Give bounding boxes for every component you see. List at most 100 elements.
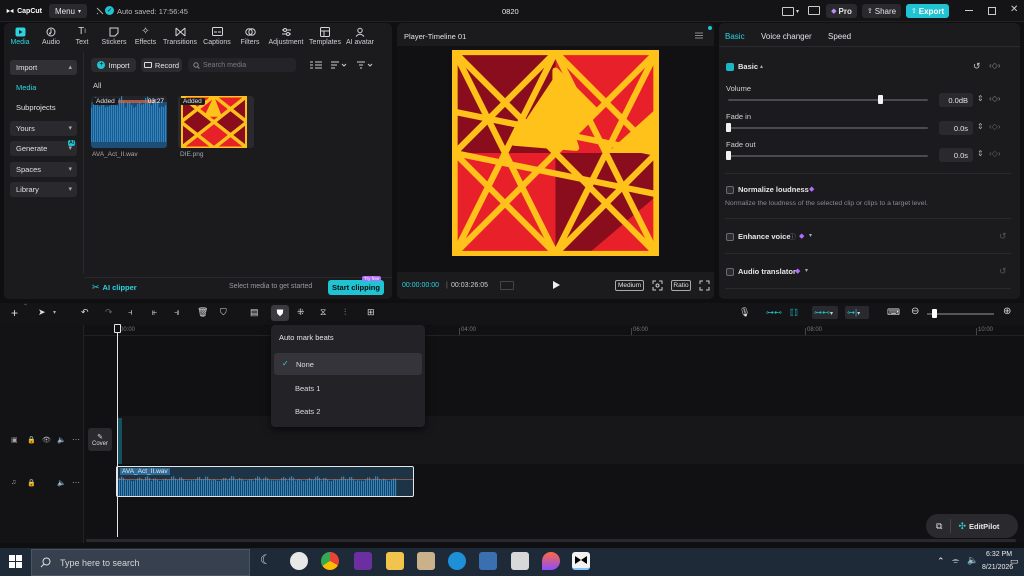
feedback-icon[interactable]: ⧉ <box>936 521 942 532</box>
timeline-scrollbar[interactable] <box>86 539 1016 542</box>
menu-item-beats-2[interactable]: Beats 2 <box>273 400 422 422</box>
app-icon-3[interactable] <box>354 552 372 570</box>
tool-text[interactable]: TI Text <box>66 26 98 48</box>
tool-templates[interactable]: Templates <box>307 26 343 48</box>
keyframe-icon[interactable]: ‹◇› <box>989 61 1000 70</box>
grid-icon[interactable]: ⊞ <box>367 307 375 318</box>
keyframe-icon[interactable]: ‹◇› <box>989 94 1000 103</box>
menu-button[interactable]: Menu ▾ <box>49 4 87 18</box>
play-icon[interactable] <box>551 280 561 290</box>
delete-icon[interactable]: 🗑 <box>197 307 208 318</box>
chevron-down-icon[interactable]: ▾ <box>809 232 812 239</box>
chevron-up-icon[interactable]: ⌃ <box>23 303 28 310</box>
notification-icon[interactable]: ▭ <box>1010 556 1019 567</box>
chevron-up-icon[interactable]: ⌃ <box>937 556 945 567</box>
normalize-checkbox[interactable] <box>726 186 734 194</box>
pro-button[interactable]: ◆ Pro <box>826 4 857 18</box>
app-icon-7[interactable] <box>479 552 497 570</box>
zoom-in-icon[interactable]: ⊕ <box>1003 306 1011 317</box>
windows-start-icon[interactable] <box>9 555 22 568</box>
enhance-voice-checkbox[interactable] <box>726 233 734 241</box>
maximize-icon[interactable] <box>988 7 996 15</box>
network-icon[interactable]: ⌯ <box>952 555 959 566</box>
task-view-icon[interactable]: ☾ <box>260 552 278 570</box>
stepper-icon[interactable]: ⇕ <box>977 149 984 158</box>
main-track-link-icon[interactable]: ⊶⊷ <box>766 308 782 317</box>
more-icon[interactable]: ⋯ <box>72 435 80 444</box>
app-icon-6[interactable] <box>448 552 466 570</box>
fade-out-slider-knob[interactable] <box>726 151 731 160</box>
close-icon[interactable]: ✕ <box>1010 5 1018 15</box>
sidebar-item-subprojects[interactable]: Subprojects <box>16 103 56 112</box>
mirror-icon[interactable]: ⧖ <box>320 307 326 318</box>
import-button[interactable]: + Import <box>91 58 136 72</box>
select-cursor-icon[interactable]: ➤ <box>38 307 46 318</box>
taskbar-time[interactable]: 6:32 PM <box>986 551 1012 558</box>
app-icon-9[interactable] <box>542 552 560 570</box>
tool-ai-avatar[interactable]: AI avatar <box>343 26 377 48</box>
freeze-icon[interactable]: ⁜ <box>297 307 305 318</box>
sidebar-item-spaces[interactable]: Spaces ▾ <box>10 162 77 177</box>
speaker-icon[interactable]: 🔈 <box>57 436 66 444</box>
quality-button[interactable]: Medium <box>615 280 644 291</box>
tool-transitions[interactable]: Transitions <box>161 26 199 48</box>
auto-snap-icon[interactable]: ⟦⟧ <box>790 308 806 317</box>
shortcuts-icon[interactable] <box>808 6 820 15</box>
timeline-grid-icon[interactable] <box>500 281 514 290</box>
project-title[interactable]: 0820 <box>502 7 519 16</box>
fade-in-slider[interactable] <box>728 127 928 129</box>
preview-axis-button[interactable]: ⊶|▾ <box>845 306 869 319</box>
lock-icon[interactable]: 🔒 <box>27 479 36 487</box>
tab-basic[interactable]: Basic <box>725 32 745 41</box>
media-item-image[interactable]: Added <box>178 96 254 148</box>
search-field[interactable]: Search media <box>188 58 296 72</box>
volume-icon[interactable]: 🔈 <box>967 555 978 566</box>
list-view-icon[interactable] <box>310 61 322 69</box>
zoom-slider[interactable] <box>927 313 994 315</box>
split-right-icon[interactable]: ⫣ <box>174 307 179 318</box>
reset-icon[interactable]: ↺ <box>973 61 981 72</box>
microphone-icon[interactable]: 🎙 <box>739 307 750 318</box>
more-icon[interactable]: ⋯ <box>72 478 80 487</box>
tool-captions[interactable]: Captions <box>199 26 235 48</box>
split-left-icon[interactable]: ⫦ <box>152 307 157 318</box>
tool-audio[interactable]: Audio <box>36 26 66 48</box>
audio-clip[interactable]: AVA_Act_II.wav <box>116 466 414 497</box>
auto-mark-beats-button[interactable]: ⛊ <box>271 305 289 321</box>
ai-clipper-button[interactable]: ✂ AI clipper <box>92 282 137 293</box>
audio-translator-checkbox[interactable] <box>726 268 734 276</box>
layout-button[interactable]: ▾ <box>782 5 804 17</box>
media-item-audio[interactable]: Added 03:27 <box>91 96 167 148</box>
player-menu-icon[interactable] <box>695 32 703 39</box>
fade-in-slider-knob[interactable] <box>726 123 731 132</box>
editpilot-button[interactable]: ✣ EditPilot <box>958 521 999 532</box>
zoom-out-icon[interactable]: ⊖ <box>911 306 919 317</box>
chevron-down-icon[interactable]: ▾ <box>53 309 56 316</box>
stepper-icon[interactable]: ⇕ <box>977 94 984 103</box>
caption-edit-icon[interactable]: ▤ <box>250 307 259 318</box>
playhead[interactable] <box>117 325 118 537</box>
caption-icon[interactable]: ⌨ <box>887 307 900 318</box>
capcut-taskbar-icon[interactable] <box>572 552 590 570</box>
tool-filters[interactable]: Filters <box>235 26 265 48</box>
fullscreen-crop-icon[interactable] <box>652 280 663 291</box>
sidebar-item-generate[interactable]: Generate ▾ AI <box>10 140 77 156</box>
fullscreen-icon[interactable] <box>699 280 710 291</box>
reset-icon[interactable]: ↺ <box>999 266 1007 277</box>
taskbar-search[interactable]: Type here to search <box>31 549 250 576</box>
menu-item-none[interactable]: ✓ None <box>274 353 422 375</box>
tool-media[interactable]: Media <box>4 26 36 48</box>
preview-canvas[interactable] <box>397 46 714 272</box>
tool-stickers[interactable]: Stickers <box>98 26 130 48</box>
minimize-icon[interactable] <box>965 10 973 11</box>
filter-icon[interactable] <box>357 61 373 69</box>
start-clipping-button[interactable]: Start clipping <box>328 280 384 295</box>
tool-effects[interactable]: ✧ Effects <box>130 26 161 48</box>
menu-item-beats-1[interactable]: Beats 1 <box>273 377 422 399</box>
pin-icon[interactable] <box>96 7 104 15</box>
app-icon-5[interactable] <box>417 552 435 570</box>
ratio-button[interactable]: Ratio <box>671 280 691 291</box>
taskbar-date[interactable]: 8/21/2026 <box>982 564 1013 571</box>
tool-adjustment[interactable]: Adjustment <box>265 26 307 48</box>
record-button[interactable]: Record <box>141 58 182 72</box>
